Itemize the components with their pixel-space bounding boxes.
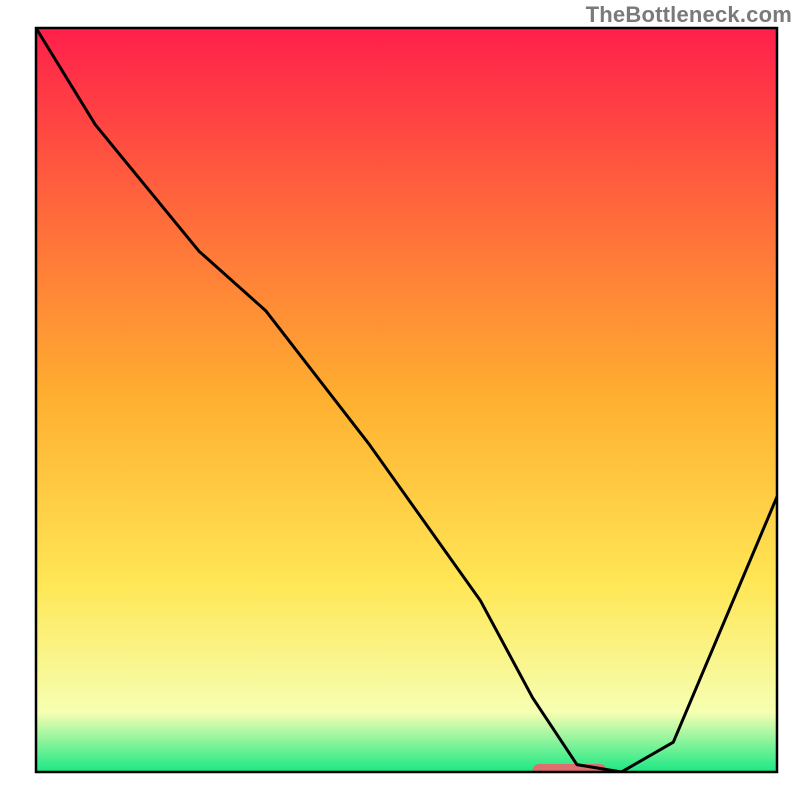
chart-stage: TheBottleneck.com — [0, 0, 800, 800]
plot-background — [36, 28, 777, 772]
chart-svg — [0, 0, 800, 800]
